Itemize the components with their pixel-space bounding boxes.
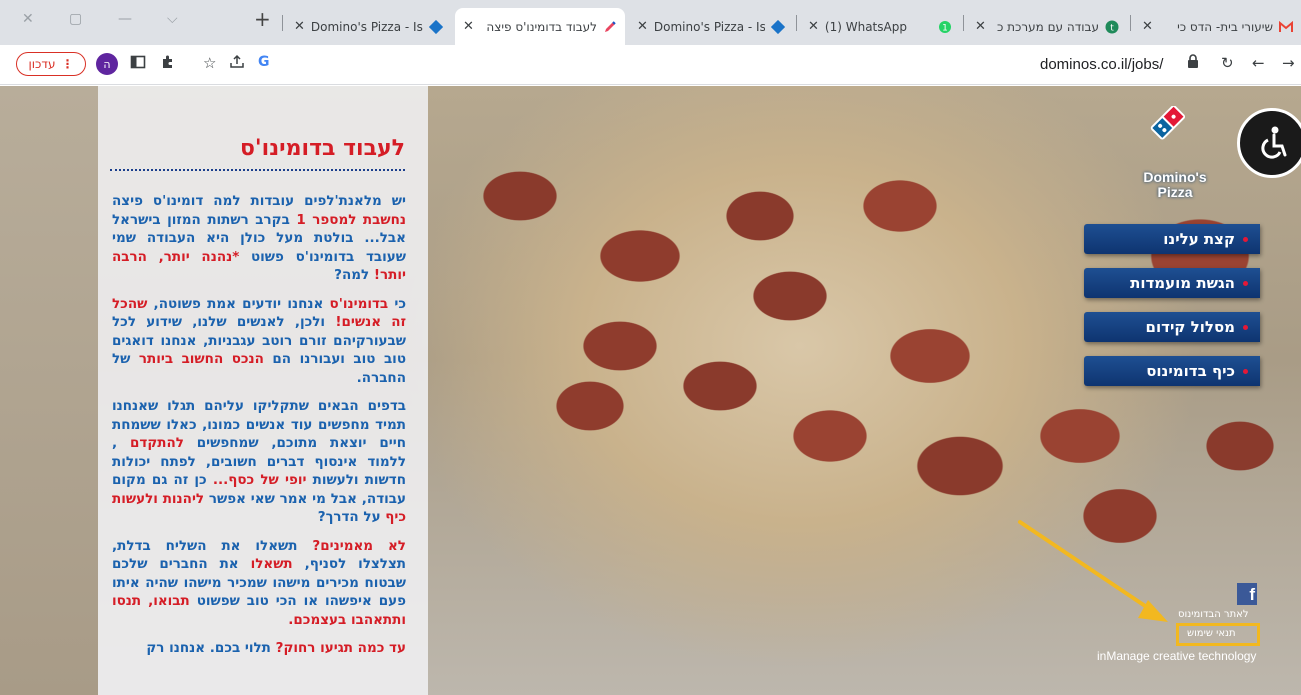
browser-tab-strip: ✕ ▢ — ⌵ + ✕ Domino's Pizza - Isr ✕ לעבוד… (0, 0, 1301, 45)
tab-title: Domino's Pizza - Isr (310, 19, 423, 34)
google-lens-icon[interactable]: G (258, 54, 272, 72)
t-icon: t (1105, 20, 1119, 34)
wheelchair-icon (1261, 126, 1287, 159)
nav-label: קצת עלינו (1163, 230, 1235, 248)
annotation-arrow (1018, 520, 1168, 622)
browser-toolbar: עדכון ⋮ ה ☆ G dominos.co.il/jobs/ ↻ ← → (0, 45, 1301, 85)
pencil-icon (603, 20, 617, 34)
extensions-puzzle-icon[interactable] (160, 54, 176, 74)
paragraph-1: יש מלאנת'לפים עובדות למה דומינו'ס פיצה נ… (112, 192, 406, 285)
paragraph-2: כי בדומינו'ס אנחנו יודעים אמת פשוטה, שהכ… (112, 295, 406, 388)
nav-label: כיף בדומינוס (1146, 362, 1235, 380)
logo-line-2: Pizza (1157, 184, 1193, 200)
reload-icon[interactable]: ↻ (1221, 54, 1234, 72)
text-span: יופי של כסף... (212, 472, 307, 488)
tab-separator (1130, 15, 1131, 31)
svg-text:G: G (258, 54, 270, 68)
profile-avatar[interactable]: ה (96, 53, 118, 75)
text-span: להתקדם (129, 435, 184, 451)
share-icon[interactable] (229, 54, 245, 74)
text-span: תשאלו (250, 556, 293, 572)
tab-gmail[interactable]: ✕ שיעורי בית- הדס כי (1134, 8, 1301, 45)
svg-text:1: 1 (942, 23, 948, 33)
text-span: בדומינו'ס (329, 295, 389, 312)
tab-separator (282, 15, 283, 31)
nav-apply[interactable]: הגשת מועמדות (1084, 268, 1260, 298)
bullet-icon (1243, 368, 1248, 374)
paragraph-4: לא מאמינים? תשאלו את השליח בדלת, תצלצלו … (112, 537, 406, 630)
text-span: אנחנו יודעים אמת פשוטה, (147, 295, 330, 312)
kebab-menu-icon: ⋮ (61, 57, 74, 71)
tab-close-icon[interactable]: ✕ (808, 19, 819, 34)
pizza-background-left (0, 86, 98, 695)
tab-title: (1) WhatsApp (824, 19, 907, 34)
tab-title: Domino's Pizza - Isr (653, 19, 765, 34)
minimize-window-icon[interactable]: — (118, 12, 132, 26)
new-tab-icon[interactable]: + (254, 9, 271, 29)
accessibility-button[interactable] (1237, 108, 1301, 178)
text-span: לא מאמינים? (312, 537, 406, 554)
tab-separator (796, 15, 797, 31)
text-span: עד כמה תגיעו רחוק? (275, 640, 406, 656)
page-title: לעבוד בדומינו'ס (110, 136, 405, 171)
bullet-icon (1243, 280, 1248, 286)
text-span: הנכס החשוב ביותר (138, 351, 264, 367)
svg-text:t: t (1110, 23, 1114, 33)
update-label: עדכון (28, 57, 56, 71)
tab-work-system[interactable]: ✕ עבודה עם מערכת כ t (967, 8, 1127, 45)
paragraph-5: עד כמה תגיעו רחוק? תלוי בכם. אנחנו רק (112, 639, 406, 658)
logo-line-1: Domino's (1143, 169, 1207, 185)
link-terms-of-use[interactable]: תנאי שימוש (1187, 628, 1236, 639)
back-icon[interactable]: → (1282, 54, 1295, 72)
tab-close-icon[interactable]: ✕ (294, 19, 305, 34)
tab-title: עבודה עם מערכת כ (996, 19, 1099, 34)
nav-label: מסלול קידום (1145, 318, 1235, 336)
nav-about-us[interactable]: קצת עלינו (1084, 224, 1260, 254)
text-span: נחשבת למספר 1 (296, 211, 406, 228)
whatsapp-icon: 1 (938, 20, 952, 34)
dominos-logo[interactable]: Domino's Pizza (1135, 105, 1215, 200)
facebook-icon[interactable]: f (1237, 583, 1257, 605)
forward-icon[interactable]: ← (1252, 54, 1265, 72)
bullet-icon (1243, 324, 1248, 330)
nav-label: הגשת מועמדות (1130, 274, 1235, 292)
logo-text: Domino's Pizza (1135, 170, 1215, 200)
tab-dominos-jobs[interactable]: ✕ לעבוד בדומינו'ס פיצה (455, 8, 625, 45)
tab-dominos-2[interactable]: ✕ Domino's Pizza - Isr (286, 8, 451, 45)
tab-close-icon[interactable]: ✕ (1142, 19, 1153, 34)
restore-window-icon[interactable]: ▢ (69, 12, 82, 26)
web-page: לעבוד בדומינו'ס יש מלאנת'לפים עובדות למה… (0, 86, 1301, 695)
dominos-logo-mark (1150, 105, 1186, 140)
dominos-icon (771, 19, 785, 34)
link-dominos-site[interactable]: לאתר הבדומינוס (1178, 609, 1249, 620)
nav-fun-at-dominos[interactable]: כיף בדומינוס (1084, 356, 1260, 386)
nav-promotion-track[interactable]: מסלול קידום (1084, 312, 1260, 342)
intro-text: יש מלאנת'לפים עובדות למה דומינו'ס פיצה נ… (112, 192, 406, 668)
tab-title: שיעורי בית- הדס כי (1177, 19, 1273, 34)
lock-icon[interactable] (1187, 54, 1199, 72)
update-button[interactable]: עדכון ⋮ (16, 52, 86, 76)
tab-separator (963, 15, 964, 31)
address-bar-url[interactable]: dominos.co.il/jobs/ (1040, 56, 1163, 73)
paragraph-3: בדפים הבאים שתקליקו עליהם תגלו שאנחנו תמ… (112, 397, 406, 527)
tab-close-icon[interactable]: ✕ (975, 19, 986, 34)
tab-whatsapp[interactable]: ✕ (1) WhatsApp 1 (800, 8, 960, 45)
bookmark-star-icon[interactable]: ☆ (203, 54, 216, 72)
gmail-icon (1279, 20, 1293, 34)
bullet-icon (1243, 236, 1248, 242)
credit-inmanage[interactable]: inManage creative technology (1097, 649, 1256, 663)
text-span: כי (388, 295, 406, 312)
text-span: על הדרך? (317, 509, 386, 525)
dominos-icon (429, 19, 443, 34)
close-window-icon[interactable]: ✕ (22, 12, 34, 26)
text-span: תלוי בכם. אנחנו רק (146, 640, 276, 656)
text-span: למה? (334, 267, 374, 283)
tab-close-icon[interactable]: ✕ (463, 19, 474, 34)
tab-title: לעבוד בדומינו'ס פיצה (486, 19, 597, 34)
tab-search-chevron-icon[interactable]: ⌵ (167, 12, 178, 26)
side-panel-icon[interactable] (130, 54, 146, 74)
tab-dominos-1[interactable]: ✕ Domino's Pizza - Isr (629, 8, 793, 45)
tab-close-icon[interactable]: ✕ (637, 19, 648, 34)
text-span: יש מלאנת'לפים עובדות למה דומינו'ס פיצה (112, 193, 406, 209)
